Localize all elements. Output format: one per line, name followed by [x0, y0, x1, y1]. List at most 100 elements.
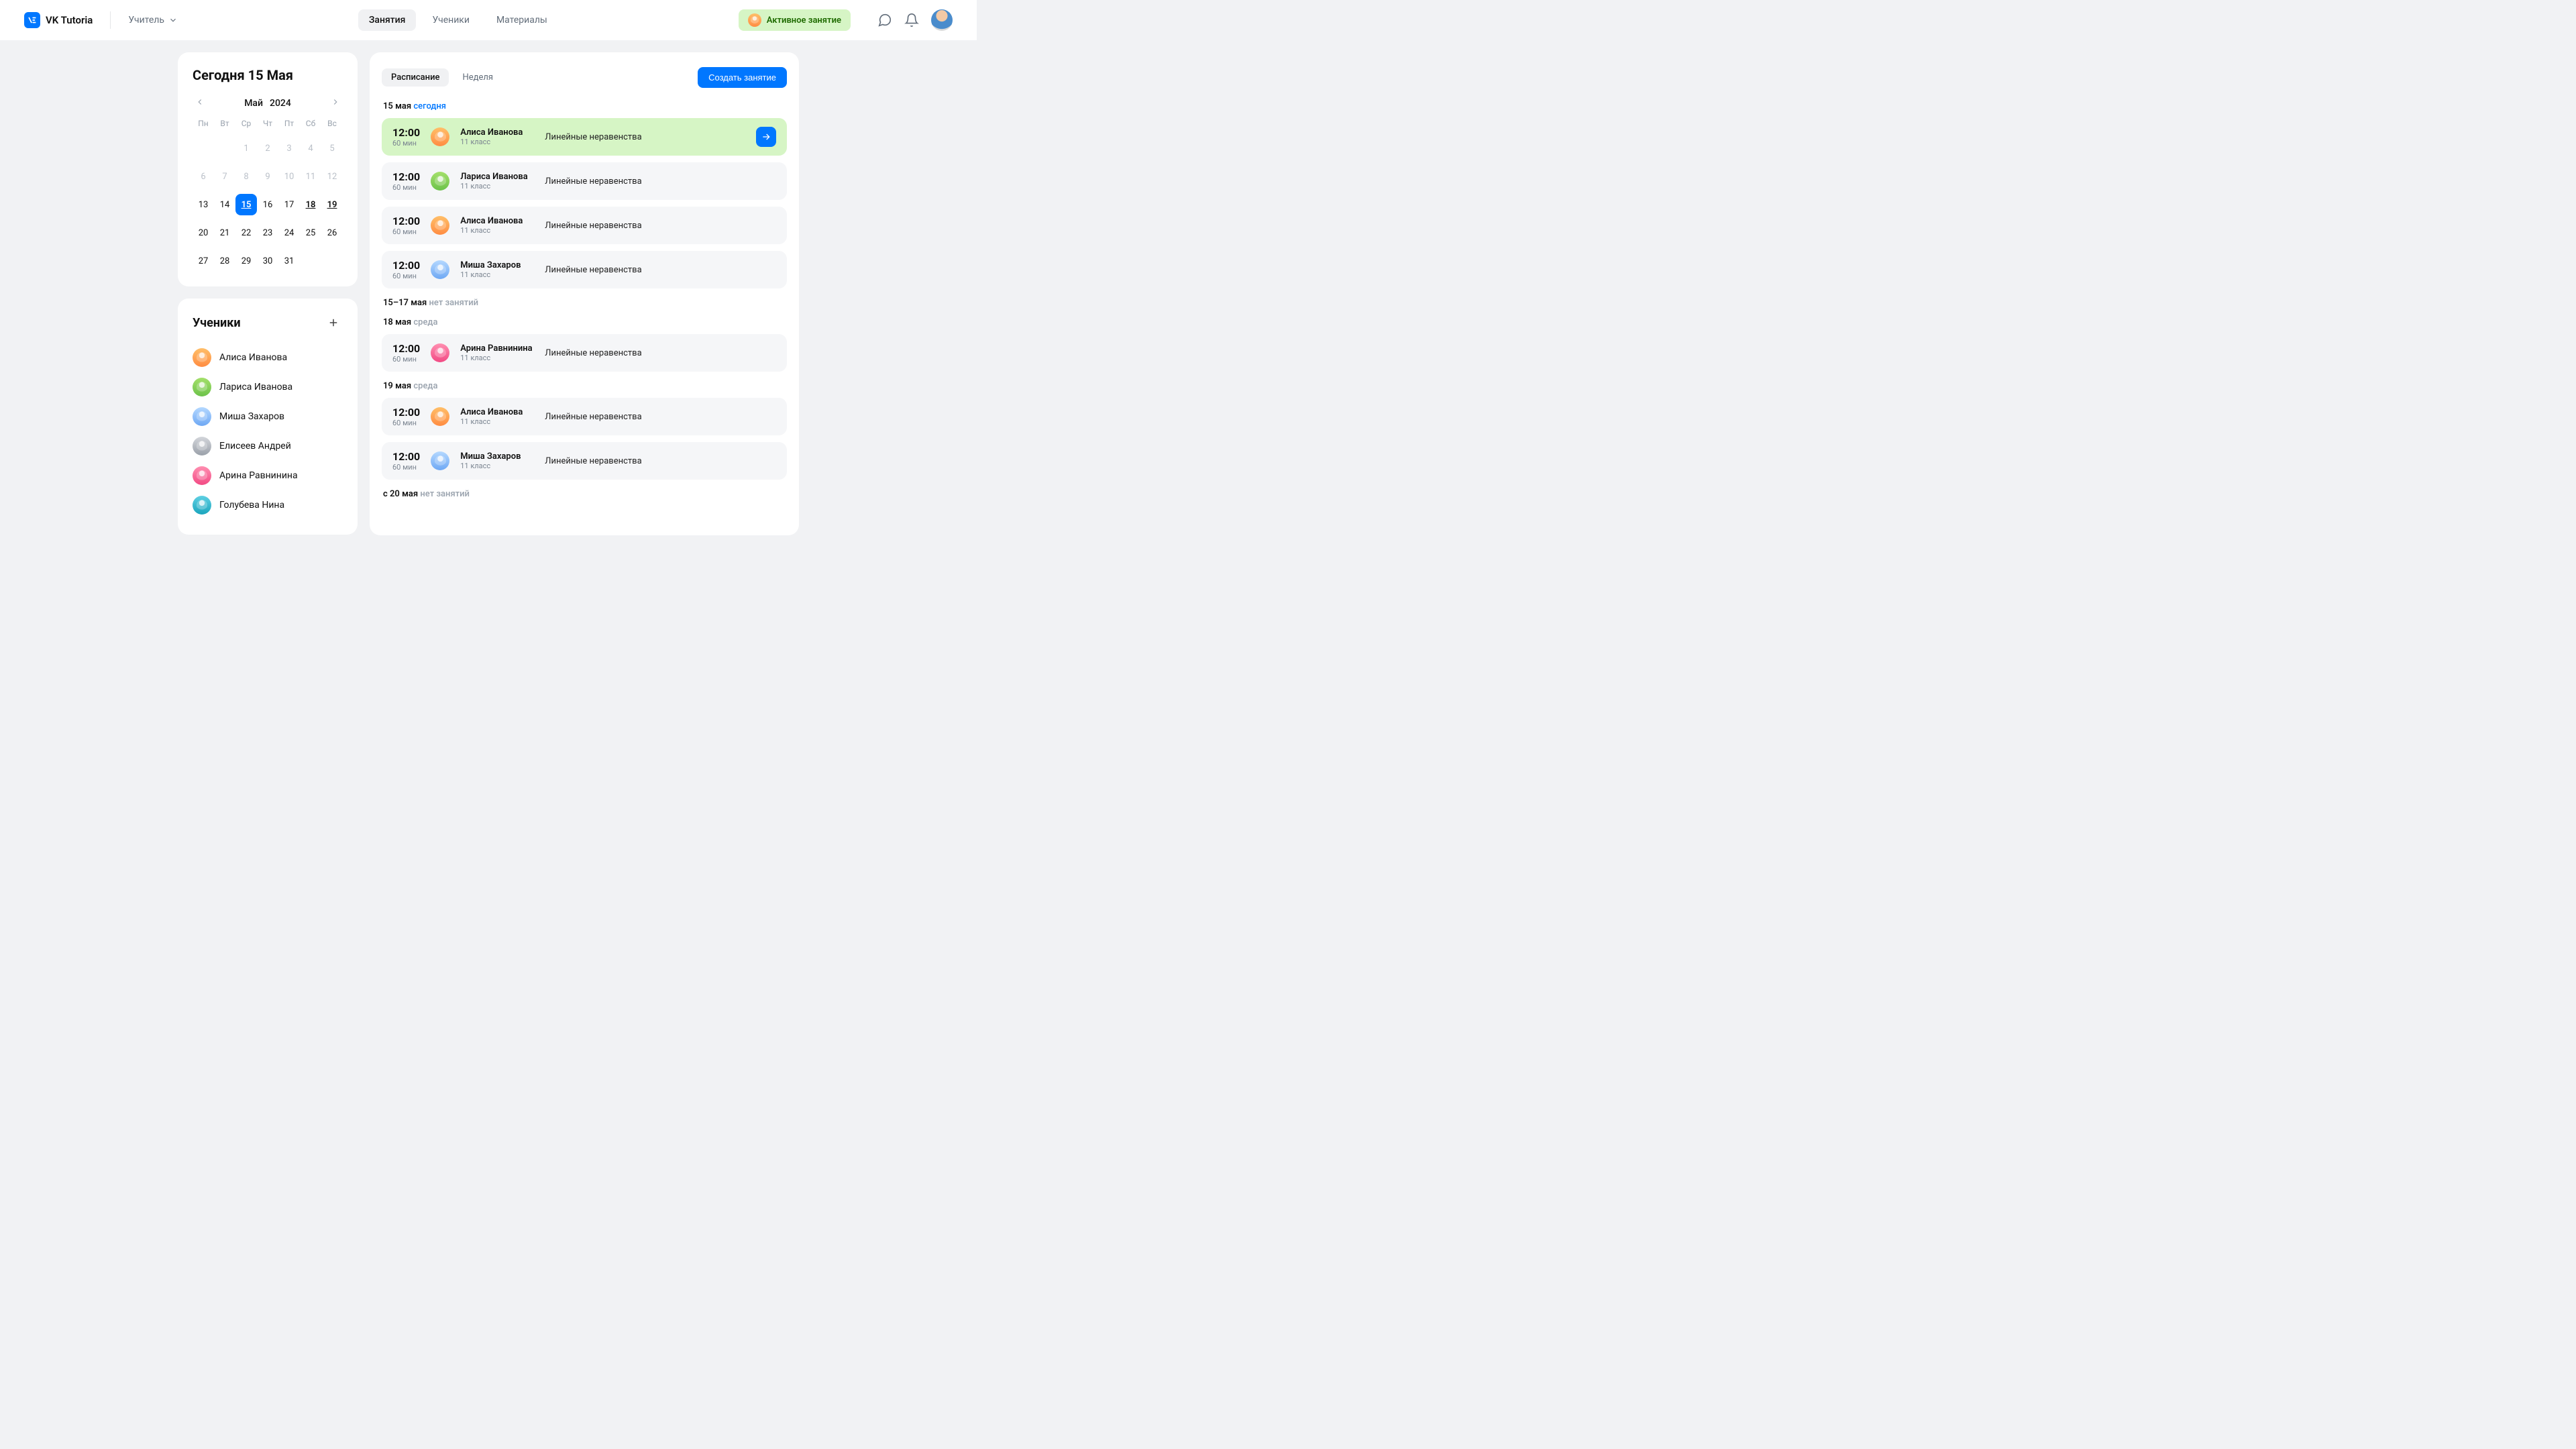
- student-name: Алиса Иванова: [219, 352, 287, 363]
- student-row[interactable]: Алиса Иванова: [193, 343, 343, 372]
- chat-icon[interactable]: [877, 13, 892, 28]
- app-header: VK Tutoria Учитель ЗанятияУченики Материа…: [0, 0, 977, 40]
- student-row[interactable]: Елисеев Андрей: [193, 431, 343, 461]
- role-switcher[interactable]: Учитель: [128, 15, 178, 25]
- calendar-prev[interactable]: [193, 94, 207, 112]
- students-header: Ученики: [193, 313, 343, 332]
- nav-tab[interactable]: Ученики: [421, 9, 480, 31]
- calendar-day[interactable]: 23: [257, 222, 278, 244]
- lesson-topic: Линейные неравенства: [545, 265, 641, 275]
- calendar-day[interactable]: 10: [278, 166, 300, 187]
- calendar-day-empty: [193, 138, 214, 159]
- calendar-day[interactable]: 20: [193, 222, 214, 244]
- calendar-day[interactable]: 30: [257, 250, 278, 272]
- calendar-day[interactable]: 6: [193, 166, 214, 187]
- calendar-day[interactable]: 3: [278, 138, 300, 159]
- calendar-dow: Вс: [321, 119, 343, 131]
- lesson-person: Алиса Иванова11 класс: [460, 127, 534, 146]
- arrow-right-icon: [761, 131, 771, 142]
- calendar-next[interactable]: [328, 94, 343, 112]
- lesson-card[interactable]: 12:0060 мин Алиса Иванова11 класс Линейн…: [382, 398, 787, 435]
- calendar-day[interactable]: 8: [235, 166, 257, 187]
- lesson-time: 12:0060 мин: [392, 126, 420, 148]
- lesson-card[interactable]: 12:0060 мин Алиса Иванова11 класс Линейн…: [382, 207, 787, 244]
- calendar-day[interactable]: 5: [321, 138, 343, 159]
- calendar-day[interactable]: 14: [214, 194, 235, 215]
- lesson-avatar: [431, 407, 449, 426]
- calendar-day[interactable]: 9: [257, 166, 278, 187]
- calendar-dow: Сб: [300, 119, 321, 131]
- calendar-day[interactable]: 29: [235, 250, 257, 272]
- add-student-button[interactable]: [324, 313, 343, 332]
- calendar-day[interactable]: 24: [278, 222, 300, 244]
- bell-icon[interactable]: [904, 13, 919, 28]
- calendar-day[interactable]: 4: [300, 138, 321, 159]
- student-name: Миша Захаров: [219, 411, 284, 422]
- student-row[interactable]: Арина Равнинина: [193, 461, 343, 490]
- brand-logo-icon: [24, 12, 40, 28]
- calendar-day[interactable]: 12: [321, 166, 343, 187]
- lesson-topic: Линейные неравенства: [545, 412, 641, 422]
- calendar-day[interactable]: 1: [235, 138, 257, 159]
- student-name: Елисеев Андрей: [219, 441, 291, 451]
- student-row[interactable]: Миша Захаров: [193, 402, 343, 431]
- lesson-avatar: [431, 260, 449, 279]
- schedule-tab[interactable]: Неделя: [453, 68, 502, 87]
- calendar-day[interactable]: 21: [214, 222, 235, 244]
- create-lesson-button[interactable]: Создать занятие: [698, 67, 787, 88]
- calendar-day[interactable]: 15: [235, 194, 257, 215]
- chevron-left-icon: [195, 97, 205, 107]
- student-row[interactable]: Лариса Иванова: [193, 372, 343, 402]
- calendar-day[interactable]: 25: [300, 222, 321, 244]
- active-lesson-label: Активное занятие: [767, 15, 841, 25]
- calendar-day[interactable]: 2: [257, 138, 278, 159]
- nav-tab[interactable]: Материалы: [486, 9, 558, 31]
- student-avatar: [193, 407, 211, 426]
- header-divider: [110, 11, 111, 29]
- brand-logo[interactable]: VK Tutoria: [24, 12, 93, 28]
- nav-tab[interactable]: Занятия: [358, 9, 417, 31]
- calendar-day[interactable]: 19: [321, 194, 343, 215]
- active-lesson-badge[interactable]: Активное занятие: [739, 9, 851, 31]
- lesson-topic: Линейные неравенства: [545, 221, 641, 231]
- calendar-day[interactable]: 31: [278, 250, 300, 272]
- calendar-day[interactable]: 13: [193, 194, 214, 215]
- calendar-dow: Ср: [235, 119, 257, 131]
- student-row[interactable]: Голубева Нина: [193, 490, 343, 520]
- lesson-person: Лариса Иванова11 класс: [460, 172, 534, 191]
- calendar-month-year: Май 2024: [244, 98, 291, 109]
- calendar-day[interactable]: 26: [321, 222, 343, 244]
- lesson-time: 12:0060 мин: [392, 342, 420, 364]
- calendar-day[interactable]: 27: [193, 250, 214, 272]
- lesson-card[interactable]: 12:0060 мин Миша Захаров11 класс Линейны…: [382, 251, 787, 288]
- lesson-card[interactable]: 12:0060 мин Арина Равнинина11 класс Лине…: [382, 334, 787, 372]
- lesson-card[interactable]: 12:0060 мин Миша Захаров11 класс Линейны…: [382, 442, 787, 480]
- schedule-tab[interactable]: Расписание: [382, 68, 449, 87]
- chevron-down-icon: [168, 15, 178, 25]
- calendar-day[interactable]: 11: [300, 166, 321, 187]
- role-label: Учитель: [128, 15, 164, 25]
- calendar-day-empty: [214, 138, 235, 159]
- user-avatar[interactable]: [931, 9, 953, 31]
- lesson-card[interactable]: 12:0060 мин Алиса Иванова11 класс Линейн…: [382, 118, 787, 156]
- header-nav: ЗанятияУченики Материалы: [191, 9, 725, 31]
- lesson-open-button[interactable]: [756, 127, 776, 147]
- calendar-day[interactable]: 22: [235, 222, 257, 244]
- left-column: Сегодня 15 Мая Май 2024 ПнВтСрЧтПтСбВс12…: [178, 52, 358, 535]
- calendar-day[interactable]: 17: [278, 194, 300, 215]
- lesson-card[interactable]: 12:0060 мин Лариса Иванова11 класс Линей…: [382, 162, 787, 200]
- lesson-avatar: [431, 343, 449, 362]
- calendar-dow: Чт: [257, 119, 278, 131]
- lesson-person: Алиса Иванова11 класс: [460, 407, 534, 426]
- calendar-day[interactable]: 7: [214, 166, 235, 187]
- calendar-day[interactable]: 16: [257, 194, 278, 215]
- schedule-group-label: 15 мая сегодня: [383, 101, 787, 111]
- lesson-time: 12:0060 мин: [392, 406, 420, 427]
- calendar-day[interactable]: 18: [300, 194, 321, 215]
- schedule-group-label: с 20 мая нет занятий: [383, 489, 787, 499]
- brand-name: VK Tutoria: [46, 14, 93, 26]
- active-lesson-avatar: [748, 13, 761, 27]
- lesson-person: Арина Равнинина11 класс: [460, 343, 534, 362]
- students-list: Алиса Иванова Лариса Иванова Миша Захаро…: [193, 343, 343, 520]
- calendar-day[interactable]: 28: [214, 250, 235, 272]
